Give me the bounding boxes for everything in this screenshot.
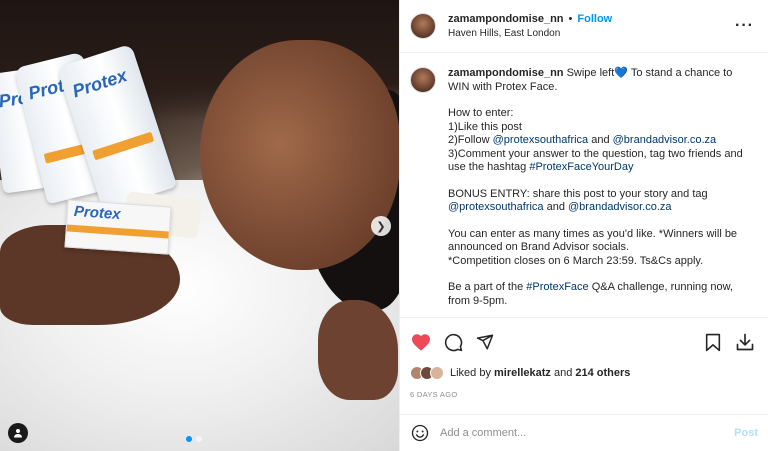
likes-text: Liked by mirellekatz and 214 others — [450, 367, 630, 379]
right-hand — [318, 300, 398, 400]
text: and — [550, 367, 576, 379]
face — [200, 40, 399, 270]
caption: zamampondomise_nn Swipe left💙 To stand a… — [410, 67, 754, 308]
download-icon[interactable] — [734, 331, 756, 353]
caption-step3: 3)Comment your answer to the question, t… — [448, 148, 754, 175]
comment-icon[interactable] — [442, 331, 464, 353]
likes-count-link[interactable]: 214 others — [575, 367, 630, 379]
likes-summary: Liked by mirellekatz and 214 others — [410, 362, 756, 384]
product-band — [66, 224, 169, 239]
text: BONUS ENTRY: share this post to your sto… — [448, 187, 708, 200]
caption-line: zamampondomise_nn Swipe left💙 To stand a… — [448, 67, 754, 94]
instagram-post: Protex Protex Protex Protex ❯ — [0, 0, 768, 451]
post-comment-button[interactable]: Post — [734, 427, 758, 439]
add-comment-bar: Post — [400, 414, 768, 451]
caption-closes: *Competition closes on 6 March 23:59. Ts… — [448, 254, 704, 267]
bookmark-icon[interactable] — [702, 331, 724, 353]
caption-step1: 1)Like this post — [448, 120, 522, 133]
product-brand: Protex — [73, 202, 122, 224]
text: 2)Follow — [448, 134, 493, 146]
caption-part: Be a part of the #ProtexFace Q&A challen… — [448, 281, 754, 308]
caption-username[interactable]: zamampondomise_nn — [448, 67, 564, 79]
liker-avatar — [430, 366, 444, 380]
post-media[interactable]: Protex Protex Protex Protex ❯ — [0, 0, 399, 451]
avatar[interactable] — [410, 13, 436, 39]
username-link[interactable]: zamampondomise_nn — [448, 13, 564, 25]
liker-username-link[interactable]: mirellekatz — [494, 367, 551, 379]
soap-box: Protex — [64, 199, 172, 255]
avatar[interactable] — [410, 67, 436, 93]
caption-step2: 2)Follow @protexsouthafrica and @brandad… — [448, 134, 754, 148]
caption-bonus: BONUS ENTRY: share this post to your sto… — [448, 188, 754, 215]
caption-text: zamampondomise_nn Swipe left💙 To stand a… — [448, 67, 754, 308]
hashtag-link[interactable]: #ProtexFace — [526, 281, 588, 293]
more-options-icon[interactable]: ··· — [735, 17, 754, 35]
comments-area[interactable]: zamampondomise_nn Swipe left💙 To stand a… — [400, 53, 768, 317]
carousel-dots — [186, 436, 202, 442]
post-actions: Liked by mirellekatz and 214 others 6 DA… — [400, 317, 768, 404]
comment-input[interactable] — [440, 427, 735, 439]
post-side-panel: zamampondomise_nn • Follow Haven Hills, … — [399, 0, 768, 451]
post-header: zamampondomise_nn • Follow Haven Hills, … — [400, 0, 768, 53]
emoji-icon[interactable] — [410, 423, 430, 443]
header-meta: zamampondomise_nn • Follow Haven Hills, … — [448, 13, 735, 39]
share-icon[interactable] — [474, 331, 496, 353]
mention-link[interactable]: @brandadvisor.co.za — [568, 201, 672, 213]
mention-link[interactable]: @protexsouthafrica — [493, 134, 589, 146]
product-brand: Protex — [69, 65, 130, 102]
mention-link[interactable]: @protexsouthafrica — [448, 201, 544, 213]
product-band — [92, 131, 155, 161]
heart-icon[interactable] — [410, 331, 432, 353]
follow-button[interactable]: Follow — [577, 13, 612, 25]
carousel-dot — [186, 436, 192, 442]
tagged-users-button[interactable] — [8, 423, 28, 443]
hashtag-link[interactable]: #ProtexFaceYourDay — [529, 161, 633, 173]
user-icon — [14, 429, 22, 438]
text: Liked by — [450, 367, 495, 379]
caption-enter-many: You can enter as many times as you'd lik… — [448, 227, 738, 254]
separator: • — [568, 13, 573, 25]
next-slide-button[interactable]: ❯ — [371, 216, 391, 236]
text: Be a part of the — [448, 281, 527, 293]
chevron-right-icon: ❯ — [376, 220, 386, 233]
action-icons — [410, 326, 756, 358]
location-link[interactable]: Haven Hills, East London — [448, 28, 735, 39]
caption-how-to-enter: How to enter: — [448, 107, 514, 119]
mention-link[interactable]: @brandadvisor.co.za — [613, 134, 717, 146]
post-timestamp[interactable]: 6 DAYS AGO — [410, 390, 756, 404]
text: and — [588, 134, 613, 146]
carousel-dot — [196, 436, 202, 442]
text: and — [543, 201, 569, 213]
header-line: zamampondomise_nn • Follow — [448, 13, 735, 25]
